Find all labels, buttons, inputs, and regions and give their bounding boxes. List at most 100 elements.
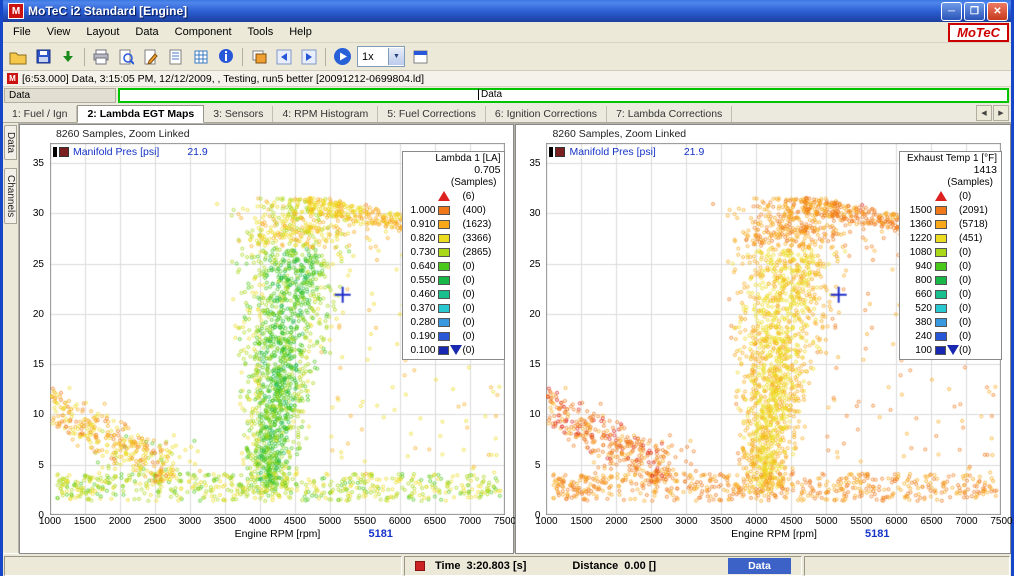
samples-label: 8260 Samples, Zoom Linked [552,128,686,140]
y-tick-label: 5 [516,460,540,471]
x-tick-label: 3500 [209,516,241,527]
legend-band-value: 0.460 [405,289,435,300]
edit-icon[interactable] [139,45,163,69]
menu-help[interactable]: Help [281,24,320,40]
print-icon[interactable] [89,45,113,69]
legend-band-swatch [438,318,462,327]
y-tick-label: 10 [516,409,540,420]
x-tick-label: 7000 [454,516,486,527]
channel-readout[interactable]: Manifold Pres [psi] 21.9 [549,146,704,158]
print-preview-icon[interactable] [114,45,138,69]
data-mode-badge: Data [728,558,791,574]
legend-row: 100(0) [902,343,999,357]
data-range-bar[interactable]: Data [118,88,1009,103]
data-range-row: Data Data [3,87,1011,103]
legend-band-count: (0) [959,191,999,202]
menu-layout[interactable]: Layout [78,24,127,40]
legend-row: 660(0) [902,287,999,301]
channel-value: 21.9 [684,146,704,158]
app-icon: M [8,3,24,19]
x-tick-label: 2000 [104,516,136,527]
forward-icon[interactable] [297,45,321,69]
title-bar[interactable]: M MoTeC i2 Standard [Engine] ─ ❐ ✕ [3,0,1011,22]
x-tick-label: 1500 [565,516,597,527]
export-icon[interactable] [56,45,80,69]
legend-row: 1360(5718) [902,217,999,231]
legend-band-value: 1080 [902,247,932,258]
legend-band-value: 940 [902,261,932,272]
back-icon[interactable] [272,45,296,69]
legend-band-value: 380 [902,317,932,328]
menu-tools[interactable]: Tools [240,24,282,40]
tabs-scroll-left-icon[interactable]: ◀ [976,105,992,121]
overlap-windows-icon[interactable] [247,45,271,69]
speed-select[interactable]: 1x ▼ [357,46,405,67]
legend-band-value: 0.820 [405,233,435,244]
menu-file[interactable]: File [5,24,39,40]
menu-component[interactable]: Component [167,24,240,40]
time-distance-cell: Time 3:20.803 [s] Distance 0.00 [] Data [404,556,802,576]
legend-band-value: 0.550 [405,275,435,286]
report-icon[interactable] [164,45,188,69]
grid-icon[interactable] [189,45,213,69]
range-cursor[interactable]: Data [478,89,502,100]
x-axis-labels: 1000150020002500300035004000450050005500… [50,516,505,527]
legend-row: 940(0) [902,259,999,273]
legend-band-swatch [935,332,959,341]
x-tick-label: 2000 [600,516,632,527]
legend-band-swatch [438,262,462,271]
legend-band-count: (0) [462,345,502,356]
worksheet-tab-7[interactable]: 7: Lambda Corrections [607,106,732,122]
main-area: Data Channels 8260 Samples, Zoom Linked 0… [3,123,1011,553]
worksheet-tab-1[interactable]: 1: Fuel / Ign [3,106,77,122]
legend-row: 0.280(0) [405,315,502,329]
menu-data[interactable]: Data [127,24,166,40]
info-icon[interactable] [214,45,238,69]
worksheet-tab-2[interactable]: 2: Lambda EGT Maps [77,105,204,123]
legend-header: (Samples) [902,177,999,188]
legend-title: Exhaust Temp 1 [°F] [902,153,999,164]
properties-icon[interactable] [408,45,432,69]
minimize-button[interactable]: ─ [941,2,962,21]
window-title: MoTeC i2 Standard [Engine] [28,4,941,18]
egt-map-panel[interactable]: 8260 Samples, Zoom Linked 05101520253035… [515,124,1011,554]
close-button[interactable]: ✕ [987,2,1008,21]
dock-tab-data[interactable]: Data [4,125,17,160]
legend-band-value: 660 [902,289,932,300]
worksheet-tab-5[interactable]: 5: Fuel Corrections [378,106,486,122]
worksheet-tab-6[interactable]: 6: Ignition Corrections [486,106,607,122]
legend-row: 1080(0) [902,245,999,259]
legend-band-value: 1360 [902,219,932,230]
corner-marker [549,147,553,157]
legend-row: 0.370(0) [405,301,502,315]
maximize-button[interactable]: ❐ [964,2,985,21]
tabs-scroll-right-icon[interactable]: ▶ [993,105,1009,121]
legend-band-value: 0.730 [405,247,435,258]
x-tick-label: 1000 [34,516,66,527]
worksheet-tab-3[interactable]: 3: Sensors [204,106,273,122]
x-tick-label: 6500 [915,516,947,527]
legend-band-count: (400) [462,205,502,216]
y-tick-label: 25 [516,259,540,270]
menu-view[interactable]: View [39,24,79,40]
legend-band-value: 0.640 [405,261,435,272]
legend-band-value: 520 [902,303,932,314]
worksheet-tab-4[interactable]: 4: RPM Histogram [273,106,378,122]
y-tick-label: 20 [516,309,540,320]
legend-band-swatch [935,220,959,229]
legend-band-swatch [935,191,959,201]
x-tick-label: 3000 [174,516,206,527]
open-icon[interactable] [6,45,30,69]
save-icon[interactable] [31,45,55,69]
channel-readout[interactable]: Manifold Pres [psi] 21.9 [53,146,208,158]
channel-name: Manifold Pres [psi] [73,146,159,158]
x-tick-label: 7000 [950,516,982,527]
chevron-down-icon[interactable]: ▼ [388,48,404,65]
app-window: M MoTeC i2 Standard [Engine] ─ ❐ ✕ FileV… [0,0,1014,576]
color-legend[interactable]: Exhaust Temp 1 [°F] 1413 (Samples) (0)15… [899,151,1002,360]
channel-swatch [59,147,69,157]
play-icon[interactable] [330,45,354,69]
color-legend[interactable]: Lambda 1 [LA] 0.705 (Samples) (6)1.000(4… [402,151,505,360]
dock-tab-channels[interactable]: Channels [4,168,17,224]
lambda-map-panel[interactable]: 8260 Samples, Zoom Linked 05101520253035… [19,124,515,554]
